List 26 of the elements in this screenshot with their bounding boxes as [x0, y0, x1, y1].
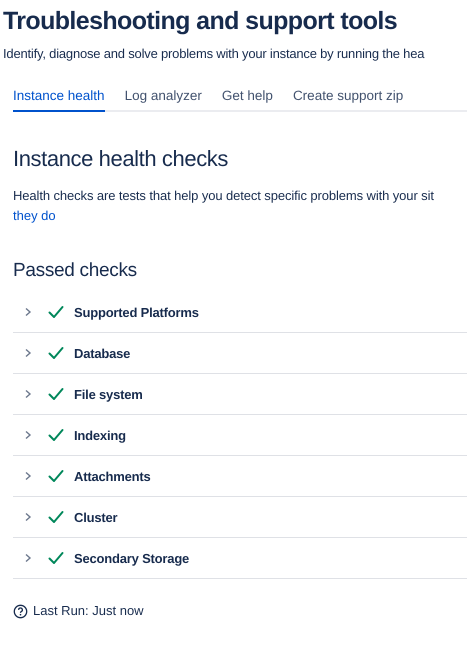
page-title: Troubleshooting and support tools [3, 6, 398, 36]
check-row[interactable]: Cluster [13, 497, 467, 538]
page-subtitle: Identify, diagnose and solve problems with your instance by running the hea [3, 45, 426, 63]
check-label: Database [74, 344, 130, 363]
section-heading: Instance health checks [13, 146, 230, 172]
learn-link[interactable]: they do [13, 208, 56, 224]
check-label: Cluster [74, 508, 118, 527]
check-row[interactable]: Indexing [13, 415, 467, 456]
check-row[interactable]: File system [13, 374, 467, 416]
check-label: File system [74, 386, 143, 404]
tab[interactable]: Create support zip [292, 86, 404, 112]
check-row[interactable]: Database [13, 333, 467, 374]
check-row[interactable]: Attachments [13, 456, 467, 498]
check-label: Indexing [74, 426, 126, 445]
check-label: Supported Platforms [74, 304, 199, 322]
help-icon [13, 604, 28, 619]
section-description: Health checks are tests that help you detect specific problems with your sit [13, 187, 435, 206]
check-row[interactable]: Secondary Storage [13, 538, 467, 580]
tab[interactable]: Instance health [13, 86, 105, 112]
check-label: Attachments [74, 468, 151, 486]
tab[interactable]: Log analyzer [124, 86, 202, 112]
check-label: Secondary Storage [74, 550, 190, 568]
passed-checks-heading: Passed checks [13, 260, 138, 282]
last-run-text: Last Run: Just now [33, 602, 144, 620]
check-row[interactable]: Supported Platforms [13, 292, 467, 334]
tab[interactable]: Get help [222, 86, 273, 112]
